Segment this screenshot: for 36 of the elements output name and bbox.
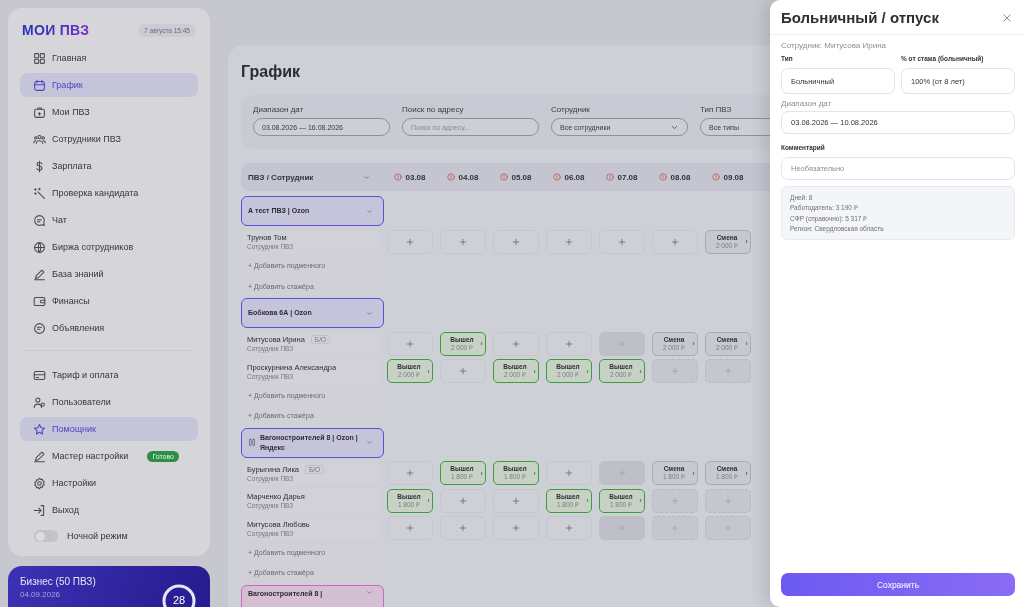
drawer-title: Больничный / отпуск [781, 9, 939, 26]
nav-item[interactable]: Помощник [20, 417, 198, 441]
nav-item[interactable]: Пользователи [20, 390, 198, 414]
nav-item[interactable]: Сотрудники ПВЗ [20, 127, 198, 151]
nav-item[interactable]: Главная [20, 46, 198, 70]
field-label: Диапазон дат [781, 99, 833, 108]
filter-label: Поиск по адресу [402, 105, 465, 114]
nav-item[interactable]: Мои ПВЗ [20, 100, 198, 124]
night-mode-label: Ночной режим [67, 531, 128, 541]
filter-label: Диапазон дат [253, 105, 305, 114]
app-logo[interactable]: МОИ ПВЗ [22, 22, 90, 38]
date-label: 03.08 [405, 172, 426, 182]
nav-item[interactable]: Биржа сотрудников [20, 235, 198, 259]
save-button[interactable]: Сохранить [781, 573, 1015, 596]
employee-label: Сотрудник: Митусова Ирина [781, 41, 887, 50]
date-label: 09.08 [723, 172, 744, 182]
nav-item[interactable]: График [20, 73, 198, 97]
nav-item[interactable]: Проверка кандидата [20, 181, 198, 205]
plan-date: 04.09.2026 [20, 590, 62, 599]
nav-item[interactable]: База знаний [20, 262, 198, 286]
nav-item[interactable]: Финансы [20, 289, 198, 313]
filter-label: Сотрудник [551, 105, 591, 114]
nav-item[interactable]: Настройки [20, 471, 198, 495]
column-header: ПВЗ / Сотрудник [248, 172, 314, 182]
nav-item[interactable]: Выход [20, 498, 198, 522]
date-label: 06.08 [564, 172, 585, 182]
nav-item[interactable]: Зарплата [20, 154, 198, 178]
days-count: 28 [172, 594, 186, 606]
date-label: 05.08 [511, 172, 532, 182]
nav-item[interactable]: Тариф и оплата [20, 363, 198, 387]
nav-item[interactable]: Объявления [20, 316, 198, 340]
date-label: 04.08 [458, 172, 479, 182]
nav-item[interactable]: Чат [20, 208, 198, 232]
date-label: 07.08 [617, 172, 638, 182]
date-label: 08.08 [670, 172, 691, 182]
plan-title: Бизнес (50 ПВЗ) [20, 576, 96, 587]
